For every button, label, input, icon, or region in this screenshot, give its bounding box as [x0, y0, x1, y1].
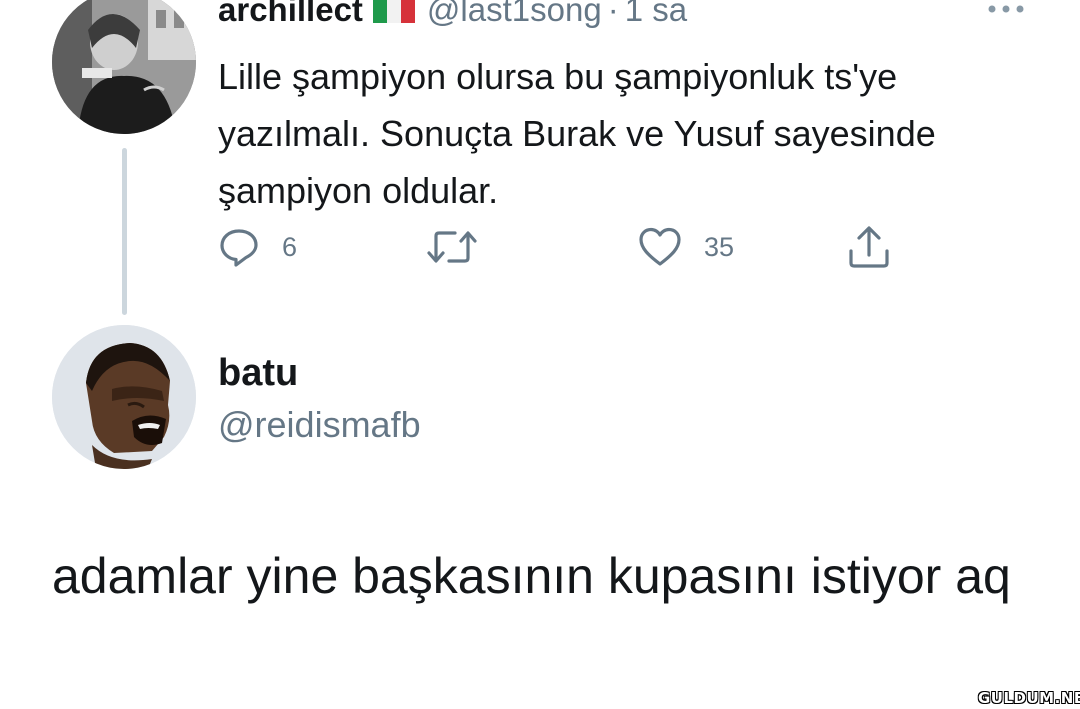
thread-connector-line — [122, 148, 127, 315]
reply-display-name[interactable]: batu — [218, 350, 298, 396]
reply-avatar[interactable] — [52, 325, 196, 469]
parent-tweet-text: Lille şampiyon olursa bu şampiyonluk ts'… — [218, 56, 936, 211]
retweet-button[interactable] — [427, 225, 499, 269]
reply-handle[interactable]: @reidismafb — [218, 402, 421, 448]
avatar-face-icon — [52, 325, 196, 469]
site-watermark: GULDUM.NET — [978, 689, 1080, 707]
retweet-icon — [427, 231, 477, 263]
parent-tweet-avatar[interactable] — [52, 0, 196, 134]
parent-tweet-header: archillect @last1song · 1 sa — [218, 0, 687, 30]
parent-display-name[interactable]: archillect — [218, 0, 363, 28]
italy-flag-icon — [372, 0, 415, 23]
reply-count: 6 — [282, 232, 298, 262]
header-separator: · — [607, 0, 619, 28]
tweet-screenshot: archillect @last1song · 1 sa Lille şampiyon… — [0, 0, 1080, 709]
like-count: 35 — [704, 232, 735, 262]
reply-icon — [220, 229, 258, 267]
avatar-photo-icon — [52, 0, 196, 134]
parent-handle[interactable]: @last1song — [427, 0, 602, 28]
parent-timestamp[interactable]: 1 sa — [625, 0, 687, 28]
heart-icon — [639, 227, 681, 266]
reply-button[interactable]: 6 — [218, 225, 297, 269]
reply-tweet-text: adamlar yine başkasının kupasını istiyor… — [52, 548, 1011, 604]
share-icon — [849, 226, 889, 268]
share-button[interactable] — [846, 225, 892, 269]
more-options-icon[interactable] — [986, 2, 1026, 16]
like-button[interactable]: 35 — [638, 225, 734, 269]
